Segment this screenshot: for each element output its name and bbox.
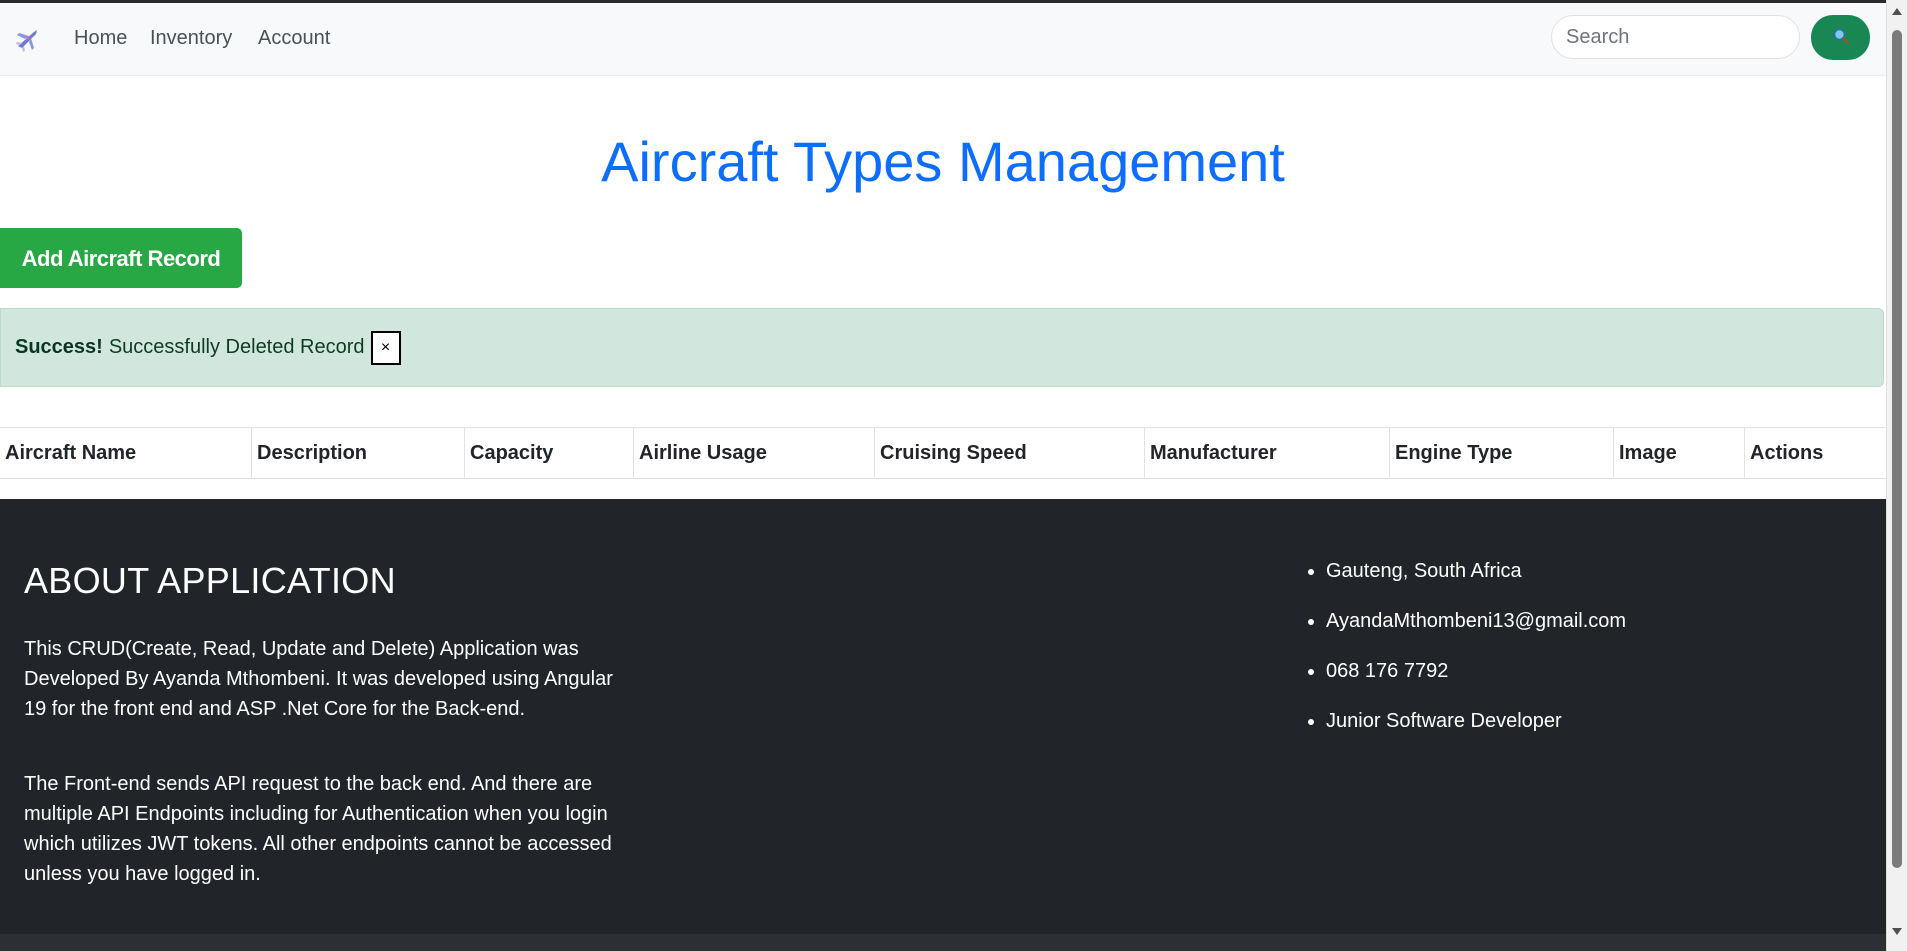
footer-paragraph-about: This CRUD(Create, Read, Update and Delet… (24, 638, 613, 720)
scroll-down-arrow-icon[interactable] (1892, 928, 1902, 935)
scroll-up-arrow-icon[interactable] (1892, 8, 1902, 15)
contact-location: Gauteng, South Africa (1326, 559, 1626, 609)
column-header-image: Image (1613, 427, 1745, 479)
column-header-capacity: Capacity (464, 427, 634, 479)
footer-title: ABOUT APPLICATION (24, 560, 396, 601)
alert-message: Successfully Deleted Record (108, 336, 365, 358)
search-input[interactable] (1551, 15, 1800, 59)
airplane-icon[interactable] (12, 24, 42, 54)
contact-email: AyandaMthombeni13@gmail.com (1326, 609, 1626, 659)
nav-link-inventory[interactable]: Inventory (150, 27, 232, 50)
aircraft-table: Aircraft Name Description Capacity Airli… (0, 427, 1886, 479)
footer-bottom-bar (0, 934, 1886, 951)
column-header-actions: Actions (1744, 427, 1886, 479)
column-header-manufacturer: Manufacturer (1144, 427, 1390, 479)
contact-list: Gauteng, South Africa AyandaMthombeni13@… (1302, 559, 1626, 759)
vertical-scrollbar[interactable] (1886, 0, 1907, 951)
close-icon: × (380, 338, 391, 356)
column-header-cruising-speed: Cruising Speed (874, 427, 1145, 479)
column-header-aircraft-name: Aircraft Name (0, 427, 252, 479)
close-alert-button[interactable]: × (370, 330, 401, 365)
search-button[interactable] (1811, 15, 1870, 60)
nav-link-account[interactable]: Account (258, 27, 330, 50)
browser-viewport: Home Inventory Account Aircraft Types Ma… (0, 0, 1886, 951)
table-header-row: Aircraft Name Description Capacity Airli… (0, 427, 1886, 479)
navbar: Home Inventory Account (0, 3, 1886, 76)
page-title: Aircraft Types Management (601, 130, 1285, 193)
contact-role: Junior Software Developer (1326, 709, 1626, 759)
scrollbar-thumb[interactable] (1892, 30, 1902, 868)
nav-link-home[interactable]: Home (74, 27, 127, 50)
contact-phone: 068 176 7792 (1326, 659, 1626, 709)
success-alert: Success! Successfully Deleted Record × (0, 308, 1884, 387)
column-header-description: Description (251, 427, 465, 479)
column-header-airline-usage: Airline Usage (633, 427, 875, 479)
footer-paragraph-api: The Front-end sends API request to the b… (24, 773, 612, 885)
footer: ABOUT APPLICATION This CRUD(Create, Read… (0, 499, 1886, 951)
magnifier-icon (1832, 27, 1850, 48)
add-aircraft-record-button[interactable]: Add Aircraft Record (0, 228, 242, 288)
column-header-engine-type: Engine Type (1389, 427, 1614, 479)
alert-strong: Success! (15, 336, 103, 358)
